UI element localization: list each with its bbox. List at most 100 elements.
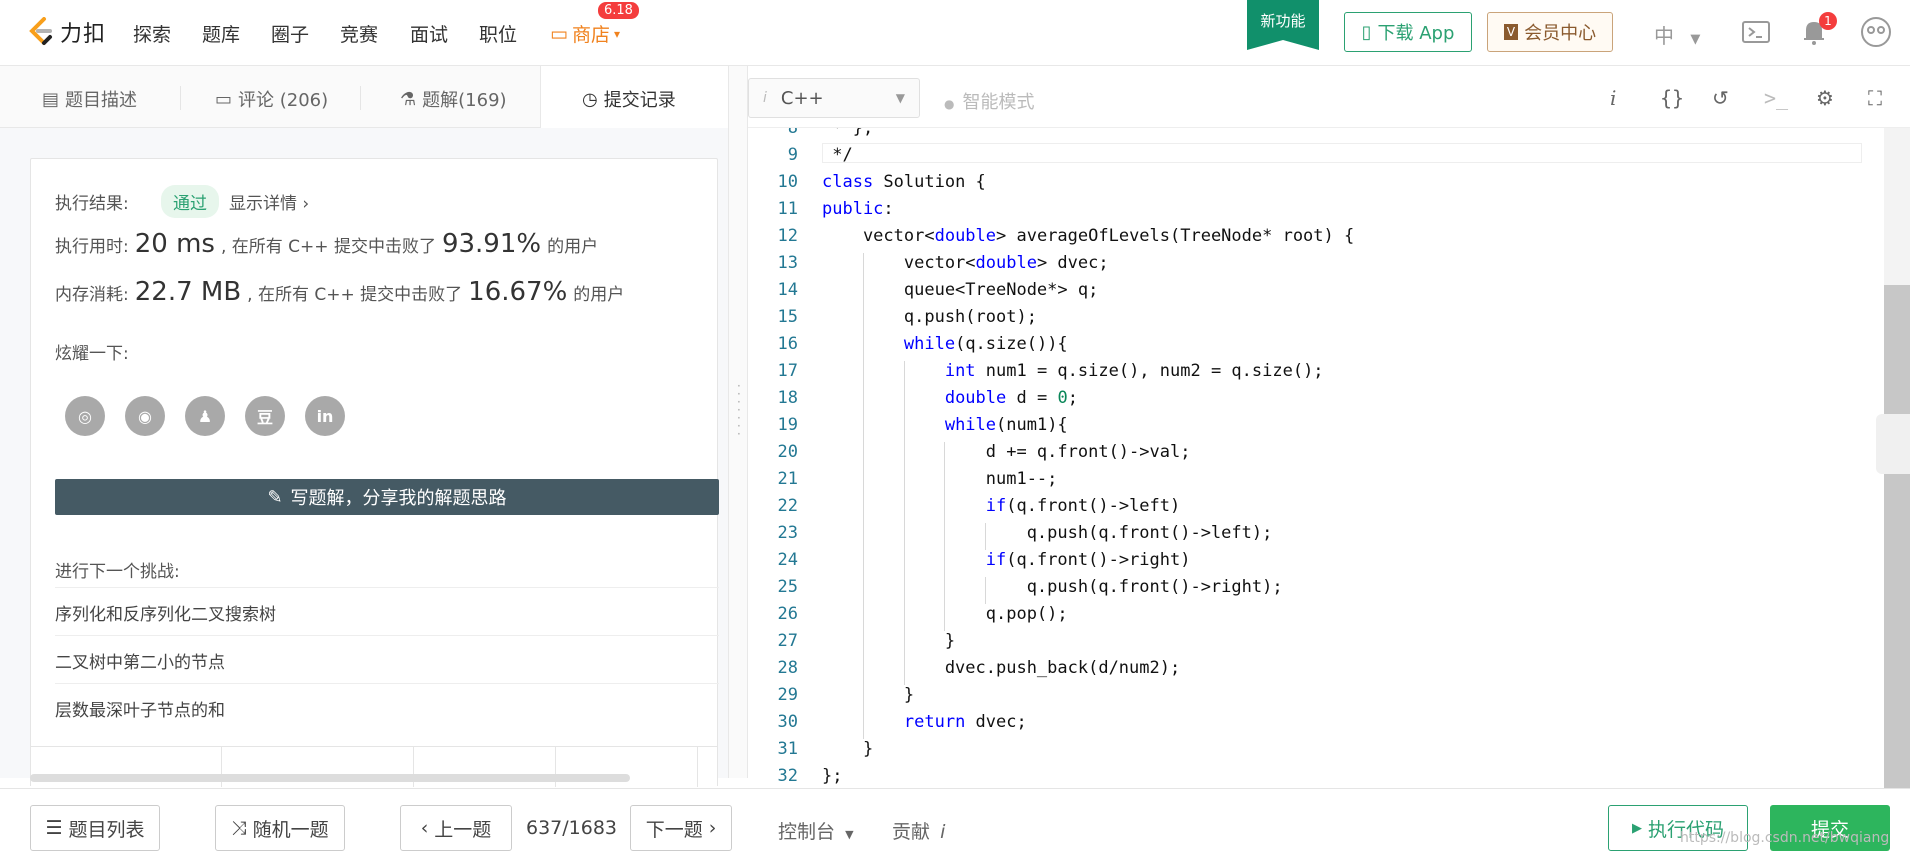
line-number: 30 xyxy=(777,712,798,732)
playground-icon[interactable] xyxy=(1742,20,1770,46)
wechat-icon[interactable]: ◎ xyxy=(65,396,105,436)
code-line[interactable]: 9 */ xyxy=(748,145,1888,172)
tab-description[interactable]: ▤ 题目描述 xyxy=(42,86,137,112)
code-line[interactable]: 11 public: xyxy=(748,199,1888,226)
write-solution-button[interactable]: ✎ 写题解，分享我的解题思路 xyxy=(55,479,719,515)
code-line[interactable]: 20 d += q.front()->val; xyxy=(748,442,1888,469)
indent-guide xyxy=(903,631,905,658)
language-switcher[interactable]: 中 ▼ xyxy=(1654,20,1700,49)
weibo-icon[interactable]: ◉ xyxy=(125,396,165,436)
panel-resize-handle[interactable]: · · · · · · · xyxy=(728,66,748,778)
contribute-link[interactable]: 贡献 i xyxy=(892,817,945,844)
tab-solutions[interactable]: ⚗ 题解(169) xyxy=(400,86,507,112)
code-line[interactable]: 29 } xyxy=(748,685,1888,712)
code-text: } xyxy=(822,631,956,651)
horizontal-scrollbar[interactable] xyxy=(30,774,630,782)
contribute-label: 贡献 xyxy=(892,821,931,843)
settings-icon[interactable]: ⚙ xyxy=(1816,86,1834,110)
code-text: */ xyxy=(822,145,853,165)
shop-badge: 6.18 xyxy=(598,2,639,19)
code-line[interactable]: 14 queue<TreeNode*> q; xyxy=(748,280,1888,307)
code-line[interactable]: 16 while(q.size()){ xyxy=(748,334,1888,361)
code-text: double d = 0; xyxy=(944,388,1078,408)
problem-list-button[interactable]: ☰ 题目列表 xyxy=(30,805,160,851)
code-line[interactable]: 31 } xyxy=(748,739,1888,766)
code-line[interactable]: 17 int num1 = q.size(), num2 = q.size(); xyxy=(748,361,1888,388)
code-line[interactable]: 28 dvec.push_back(d/num2); xyxy=(748,658,1888,685)
prev-problem-button[interactable]: ‹ 上一题 xyxy=(400,805,512,851)
code-line[interactable]: 18 double d = 0; xyxy=(748,388,1888,415)
nav-jobs[interactable]: 职位 xyxy=(479,20,517,47)
nav-explore[interactable]: 探索 xyxy=(133,20,171,47)
next-challenge-item[interactable]: 层数最深叶子节点的和 xyxy=(55,683,719,731)
indent-guide xyxy=(985,577,987,604)
runtime-row: 执行用时: 20 ms , 在所有 C++ 提交中击败了 93.91% 的用户 xyxy=(55,229,598,259)
editor-scrollbar-thumb[interactable] xyxy=(1884,285,1910,790)
vip-center-button[interactable]: V 会员中心 xyxy=(1487,12,1613,52)
result-card: 执行结果: 通过 显示详情 › 执行用时: 20 ms , 在所有 C++ 提交… xyxy=(30,158,719,754)
reset-icon[interactable]: ↺ xyxy=(1712,86,1729,110)
code-line[interactable]: 19 while(num1){ xyxy=(748,415,1888,442)
nav-contest[interactable]: 竞赛 xyxy=(340,20,378,47)
code-editor[interactable]: 8 * }; 9 */10 class Solution {11 public: 12 … xyxy=(748,128,1888,788)
line-number: 28 xyxy=(777,658,798,678)
code-line[interactable]: 8 * }; xyxy=(748,128,1888,145)
indent-guide xyxy=(862,280,864,307)
terminal-icon[interactable]: >_ xyxy=(1764,86,1788,110)
language-select[interactable]: i C++ ▼ xyxy=(748,78,920,118)
console-toggle[interactable]: 控制台 ▼ xyxy=(778,817,854,844)
smart-mode-toggle[interactable]: ● 智能模式 xyxy=(944,88,1034,114)
code-line[interactable]: 15 q.push(root); xyxy=(748,307,1888,334)
logo-text: 力扣 xyxy=(60,22,107,47)
code-line[interactable]: 13 vector<double> dvec; xyxy=(748,253,1888,280)
indent-guide xyxy=(862,631,864,658)
show-details-link[interactable]: 显示详情 › xyxy=(229,189,309,214)
indent-guide xyxy=(862,550,864,577)
code-line[interactable]: 10 class Solution { xyxy=(748,172,1888,199)
code-line[interactable]: 12 vector<double> averageOfLevels(TreeNo… xyxy=(748,226,1888,253)
side-feedback-tab[interactable] xyxy=(1876,414,1910,474)
logo[interactable]: 力扣 xyxy=(28,16,106,48)
nav-problemset[interactable]: 题库 xyxy=(202,20,240,47)
nav-shop[interactable]: ▭ 商店 ▾ xyxy=(550,20,620,47)
new-feature-ribbon[interactable]: 新功能 xyxy=(1247,0,1319,50)
qq-icon[interactable]: ♟ xyxy=(185,396,225,436)
code-line[interactable]: 26 q.pop(); xyxy=(748,604,1888,631)
code-line[interactable]: 25 q.push(q.front()->right); xyxy=(748,577,1888,604)
chevron-left-icon: ‹ xyxy=(420,817,429,839)
next-challenge-item[interactable]: 二叉树中第二小的节点 xyxy=(55,635,719,683)
indent-guide xyxy=(862,361,864,388)
nav-circle[interactable]: 圈子 xyxy=(271,20,309,47)
download-app-button[interactable]: ▯ 下载 App xyxy=(1344,12,1472,52)
code-text: if(q.front()->right) xyxy=(985,550,1191,570)
fullscreen-icon[interactable]: ⛶ xyxy=(1868,86,1882,110)
code-line[interactable]: 23 q.push(q.front()->left); xyxy=(748,523,1888,550)
code-line[interactable]: 32}; xyxy=(748,766,1888,788)
code-line[interactable]: 27 } xyxy=(748,631,1888,658)
indent-guide xyxy=(862,307,864,334)
random-problem-button[interactable]: ⤨ 随机一题 xyxy=(215,805,345,851)
line-number: 14 xyxy=(777,280,798,300)
douban-icon[interactable]: 豆 xyxy=(245,396,285,436)
braces-icon[interactable]: {} xyxy=(1660,86,1684,110)
line-number: 23 xyxy=(777,523,798,543)
tab-submissions[interactable]: ◷ 提交记录 xyxy=(582,86,676,112)
code-line[interactable]: 22 if(q.front()->left) xyxy=(748,496,1888,523)
next-challenge-label: 进行下一个挑战: xyxy=(55,562,180,582)
code-line[interactable]: 21 num1--; xyxy=(748,469,1888,496)
left-panel-body: 执行结果: 通过 显示详情 › 执行用时: 20 ms , 在所有 C++ 提交… xyxy=(0,128,728,787)
next-problem-button[interactable]: 下一题 › xyxy=(630,805,732,851)
nav-interview[interactable]: 面试 xyxy=(410,20,448,47)
linkedin-icon[interactable]: in xyxy=(305,396,345,436)
code-line[interactable]: 30 return dvec; xyxy=(748,712,1888,739)
memory-value: 22.7 MB xyxy=(134,277,242,307)
next-challenge-item[interactable]: 序列化和反序列化二叉搜索树 xyxy=(55,587,719,635)
code-line[interactable]: 24 if(q.front()->right) xyxy=(748,550,1888,577)
line-number: 13 xyxy=(777,253,798,273)
tab-comments[interactable]: ▭ 评论 (206) xyxy=(215,86,328,112)
info-icon[interactable]: i xyxy=(1610,86,1616,110)
indent-guide xyxy=(903,604,905,631)
avatar[interactable] xyxy=(1860,16,1892,48)
line-number: 11 xyxy=(777,199,798,219)
runtime-tail: 的用户 xyxy=(547,237,599,257)
